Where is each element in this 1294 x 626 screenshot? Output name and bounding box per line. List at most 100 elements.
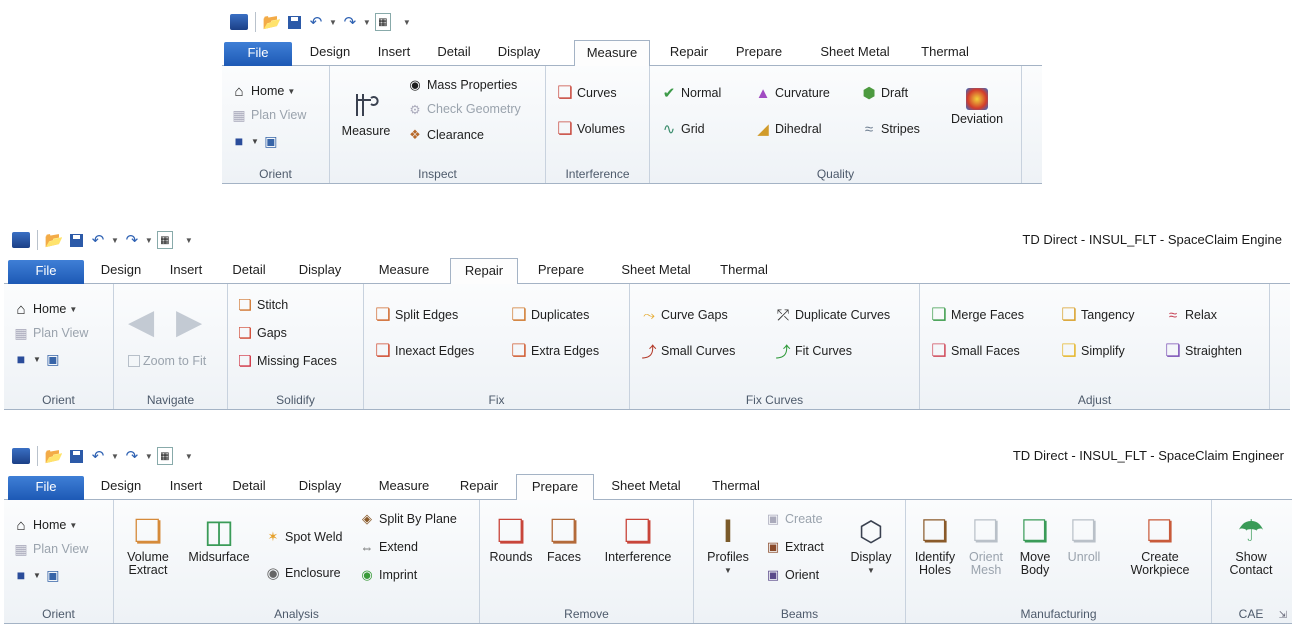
clipboard-icon[interactable]: ▦ xyxy=(374,13,391,31)
show-contact-button[interactable]: ☂ Show Contact xyxy=(1216,514,1286,577)
unroll-button[interactable]: ❏ Unroll xyxy=(1060,514,1108,564)
tab-prepare[interactable]: Prepare xyxy=(516,474,594,501)
clearance-button[interactable]: ❖ Clearance xyxy=(406,126,484,144)
undo-dropdown-icon[interactable]: ▼ xyxy=(111,236,119,245)
create-beam-button[interactable]: ▣ Create xyxy=(764,510,823,528)
app-logo-icon[interactable] xyxy=(230,14,248,30)
tab-prepare[interactable]: Prepare xyxy=(728,40,790,66)
tab-design[interactable]: Design xyxy=(300,40,360,66)
redo-dropdown-icon[interactable]: ▼ xyxy=(363,18,371,27)
normal-button[interactable]: ✔ Normal xyxy=(660,84,722,102)
volume-extract-button[interactable]: ❏ Volume Extract xyxy=(118,514,178,577)
tab-repair[interactable]: Repair xyxy=(662,40,716,66)
merge-faces-button[interactable]: ❏ Merge Faces xyxy=(930,305,1024,324)
tab-sheet-metal[interactable]: Sheet Metal xyxy=(812,40,898,66)
plan-view-button[interactable]: ▦ Plan View xyxy=(230,106,306,124)
tab-insert[interactable]: Insert xyxy=(158,258,214,284)
create-workpiece-button[interactable]: ❏ Create Workpiece xyxy=(1114,514,1206,577)
tab-design[interactable]: Design xyxy=(90,474,152,500)
tab-insert[interactable]: Insert xyxy=(368,40,420,66)
customize-qat-icon[interactable]: ▼ xyxy=(403,18,411,27)
extend-button[interactable]: ⇔ Extend xyxy=(358,538,418,556)
check-geometry-button[interactable]: ⚙ Check Geometry xyxy=(406,100,520,118)
home-button[interactable]: ⌂ Home ▼ xyxy=(12,300,77,318)
inexact-edges-button[interactable]: ❏ Inexact Edges xyxy=(374,341,474,360)
tab-detail[interactable]: Detail xyxy=(222,474,276,500)
home-button[interactable]: ⌂ Home ▼ xyxy=(12,516,77,534)
small-faces-button[interactable]: ❏ Small Faces xyxy=(930,341,1019,360)
duplicate-curves-button[interactable]: ⤱ Duplicate Curves xyxy=(774,306,890,324)
plan-view-button[interactable]: ▦ Plan View xyxy=(12,540,88,558)
redo-icon[interactable]: ↷ xyxy=(123,231,141,249)
tab-thermal[interactable]: Thermal xyxy=(712,258,776,284)
missing-faces-button[interactable]: ❏ Missing Faces xyxy=(236,352,337,370)
tab-detail[interactable]: Detail xyxy=(428,40,480,66)
extra-edges-button[interactable]: ❏ Extra Edges xyxy=(510,341,599,360)
open-folder-icon[interactable]: 📂 xyxy=(45,231,64,249)
undo-dropdown-icon[interactable]: ▼ xyxy=(329,18,337,27)
curvature-button[interactable]: ▲ Curvature xyxy=(754,84,830,102)
simplify-button[interactable]: ❏ Simplify xyxy=(1060,341,1124,360)
save-icon[interactable] xyxy=(67,447,85,465)
volumes-button[interactable]: ❏ Volumes xyxy=(556,119,625,138)
tab-sheet-metal[interactable]: Sheet Metal xyxy=(612,258,700,284)
fit-curves-button[interactable]: ⤴ Fit Curves xyxy=(774,342,851,361)
faces-button[interactable]: ❏ Faces xyxy=(540,514,588,564)
tab-prepare[interactable]: Prepare xyxy=(528,258,594,284)
duplicates-button[interactable]: ❏ Duplicates xyxy=(510,305,589,324)
stitch-button[interactable]: ❏ Stitch xyxy=(236,296,288,314)
enclosure-button[interactable]: ◉ Enclosure xyxy=(264,564,340,582)
customize-qat-icon[interactable]: ▼ xyxy=(185,236,193,245)
tab-file[interactable]: File xyxy=(224,42,292,66)
zoom-to-fit-button[interactable]: Zoom to Fit xyxy=(128,354,206,368)
tab-thermal[interactable]: Thermal xyxy=(704,474,768,500)
orient-views-button[interactable]: ■ ▼ ▣ xyxy=(230,132,280,150)
orient-beam-button[interactable]: ▣ Orient xyxy=(764,566,819,584)
deviation-button[interactable]: Deviation xyxy=(944,88,1010,126)
profiles-button[interactable]: I Profiles ▼ xyxy=(698,514,758,577)
tab-display[interactable]: Display xyxy=(488,40,550,66)
curve-gaps-button[interactable]: ⤳ Curve Gaps xyxy=(640,306,728,324)
tab-detail[interactable]: Detail xyxy=(222,258,276,284)
tab-repair[interactable]: Repair xyxy=(450,474,508,500)
home-button[interactable]: ⌂ Home ▼ xyxy=(230,82,295,100)
app-logo-icon[interactable] xyxy=(12,448,30,464)
relax-button[interactable]: ≈ Relax xyxy=(1164,306,1217,324)
tab-file[interactable]: File xyxy=(8,476,84,500)
tab-measure[interactable]: Measure xyxy=(368,474,440,500)
undo-icon[interactable]: ↶ xyxy=(307,13,325,31)
tangency-button[interactable]: ❏ Tangency xyxy=(1060,305,1134,324)
curves-button[interactable]: ❏ Curves xyxy=(556,83,616,102)
clipboard-icon[interactable]: ▦ xyxy=(156,447,173,465)
draft-button[interactable]: ⬢ Draft xyxy=(860,84,908,102)
identify-holes-button[interactable]: ❏ Identify Holes xyxy=(910,514,960,577)
tab-design[interactable]: Design xyxy=(90,258,152,284)
tab-repair[interactable]: Repair xyxy=(450,258,518,285)
undo-dropdown-icon[interactable]: ▼ xyxy=(111,452,119,461)
orient-mesh-button[interactable]: ❏ Orient Mesh xyxy=(962,514,1010,577)
save-icon[interactable] xyxy=(285,13,303,31)
beam-display-button[interactable]: ⬡ Display ▼ xyxy=(842,514,900,577)
next-view-button[interactable]: ▶ xyxy=(176,302,202,342)
spot-weld-button[interactable]: ✶ Spot Weld xyxy=(264,528,343,546)
tab-thermal[interactable]: Thermal xyxy=(914,40,976,66)
mass-properties-button[interactable]: ◉ Mass Properties xyxy=(406,76,517,94)
grid-button[interactable]: ∿ Grid xyxy=(660,120,705,138)
stripes-button[interactable]: ≈ Stripes xyxy=(860,120,920,138)
gaps-button[interactable]: ❏ Gaps xyxy=(236,324,287,342)
redo-icon[interactable]: ↷ xyxy=(123,447,141,465)
straighten-button[interactable]: ❏ Straighten xyxy=(1164,341,1242,360)
imprint-button[interactable]: ◉ Imprint xyxy=(358,566,417,584)
split-by-plane-button[interactable]: ◈ Split By Plane xyxy=(358,510,457,528)
clipboard-icon[interactable]: ▦ xyxy=(156,231,173,249)
tab-measure[interactable]: Measure xyxy=(574,40,650,67)
tab-measure[interactable]: Measure xyxy=(368,258,440,284)
tab-display[interactable]: Display xyxy=(286,474,354,500)
previous-view-button[interactable]: ◀ xyxy=(128,302,154,342)
measure-button[interactable]: Measure xyxy=(336,88,396,138)
save-icon[interactable] xyxy=(67,231,85,249)
tab-file[interactable]: File xyxy=(8,260,84,284)
move-body-button[interactable]: ❏ Move Body xyxy=(1012,514,1058,577)
orient-views-button[interactable]: ■ ▼ ▣ xyxy=(12,350,62,368)
small-curves-button[interactable]: ⤴ Small Curves xyxy=(640,342,735,361)
